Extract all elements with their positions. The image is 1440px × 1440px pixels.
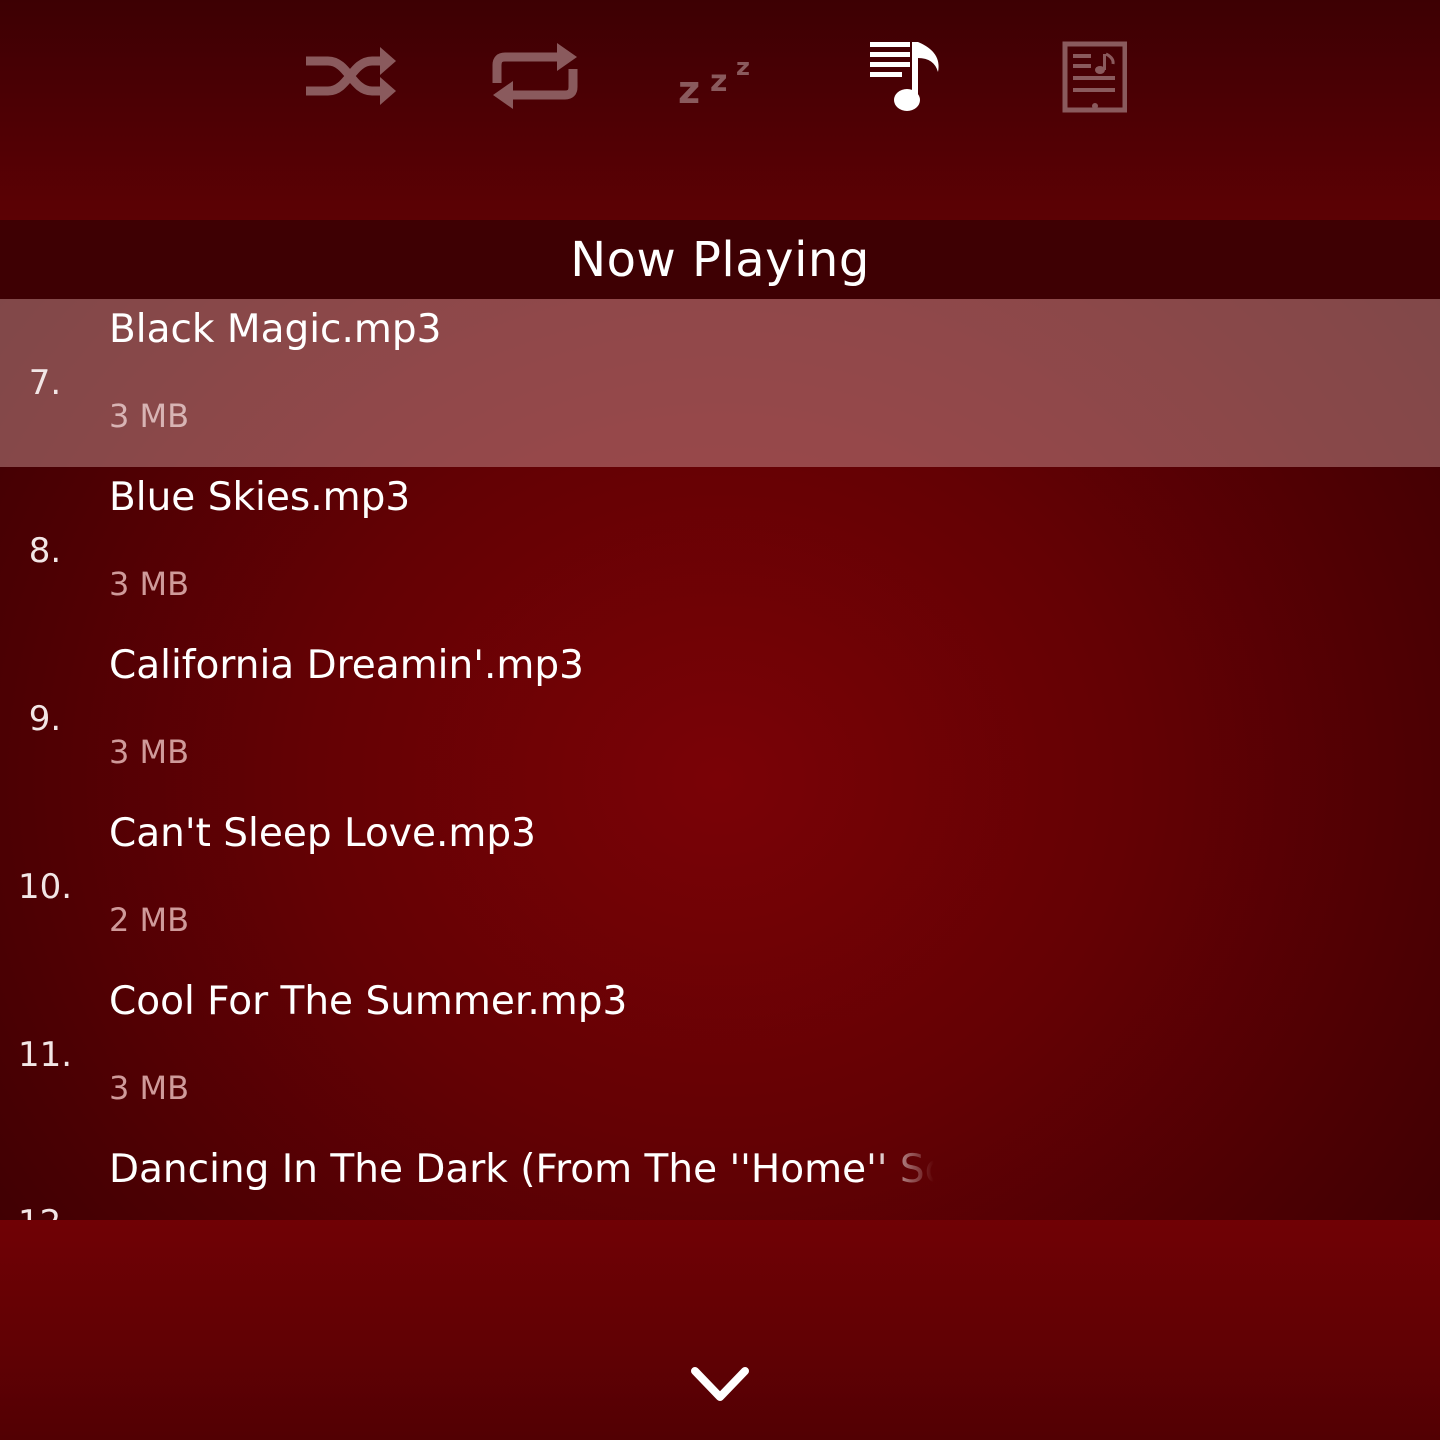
sleep-timer-button[interactable]: z z z <box>672 34 768 118</box>
track-number: 12. <box>0 1203 90 1220</box>
playlist-item[interactable]: 9. California Dreamin'.mp3 3 MB <box>0 635 1440 803</box>
playlist-item[interactable]: 12. Dancing In The Dark (From The ''Home… <box>0 1139 1440 1220</box>
track-size: 2 MB <box>109 901 190 939</box>
playback-toolbar: z z z <box>0 0 1440 220</box>
track-title: Cool For The Summer.mp3 <box>109 979 628 1024</box>
track-size: 3 MB <box>109 565 190 603</box>
track-number: 7. <box>28 363 62 403</box>
now-playing-queue-button[interactable] <box>857 34 953 118</box>
track-size: 3 MB <box>109 733 190 771</box>
collapse-button[interactable] <box>680 1350 760 1420</box>
lyrics-button[interactable] <box>1039 34 1135 118</box>
track-title: Blue Skies.mp3 <box>109 475 411 520</box>
track-number: 9. <box>28 699 62 739</box>
svg-text:z: z <box>736 53 750 81</box>
now-playing-header: Now Playing <box>0 220 1440 299</box>
playlist-item[interactable]: 11. Cool For The Summer.mp3 3 MB <box>0 971 1440 1139</box>
playlist-item[interactable]: 7. Black Magic.mp3 3 MB <box>0 299 1440 467</box>
svg-text:z: z <box>710 64 727 99</box>
svg-text:z: z <box>678 68 700 111</box>
repeat-icon <box>492 43 578 109</box>
lyrics-icon <box>1062 41 1127 113</box>
page-title: Now Playing <box>570 231 870 288</box>
track-size: 3 MB <box>109 1069 190 1107</box>
now-playing-queue-icon <box>870 42 939 111</box>
chevron-down-icon <box>691 1367 749 1401</box>
track-number: 11. <box>17 1035 73 1075</box>
repeat-button[interactable] <box>487 34 583 118</box>
shuffle-button[interactable] <box>302 34 398 118</box>
playlist-item[interactable]: 10. Can't Sleep Love.mp3 2 MB <box>0 803 1440 971</box>
playlist-item[interactable]: 8. Blue Skies.mp3 3 MB <box>0 467 1440 635</box>
track-size: 3 MB <box>109 397 190 435</box>
music-player-screen: z z z Now Playing 7. Black Magic.mp3 3 M… <box>0 0 1440 1440</box>
shuffle-icon <box>306 47 396 105</box>
playlist[interactable]: 7. Black Magic.mp3 3 MB 8. Blue Skies.mp… <box>0 299 1440 1220</box>
track-number: 10. <box>17 867 73 907</box>
track-title: Black Magic.mp3 <box>109 307 442 352</box>
track-title: California Dreamin'.mp3 <box>109 643 584 688</box>
track-title: Dancing In The Dark (From The ''Home'' S… <box>109 1147 934 1192</box>
track-title: Can't Sleep Love.mp3 <box>109 811 536 856</box>
sleep-timer-icon: z z z <box>678 53 750 111</box>
track-number: 8. <box>28 531 62 571</box>
